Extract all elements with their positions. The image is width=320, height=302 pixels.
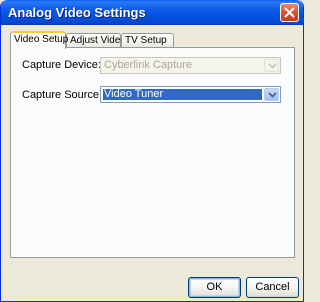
chevron-down-icon (268, 63, 277, 69)
analog-video-settings-dialog: Analog Video Settings Video Setup Adjust… (0, 0, 304, 302)
capture-device-dropdown-button (264, 59, 279, 72)
video-setup-panel: Capture Device: Cyberlink Capture Captur… (10, 47, 295, 258)
capture-source-dropdown-button[interactable] (264, 88, 279, 101)
tab-tv-setup[interactable]: TV Setup (121, 33, 174, 48)
window-title: Analog Video Settings (8, 5, 146, 20)
cancel-button[interactable]: Cancel (246, 277, 299, 298)
capture-source-value: Video Tuner (104, 88, 164, 100)
capture-source-label: Capture Source: (22, 89, 103, 101)
ok-button[interactable]: OK (188, 277, 241, 298)
close-icon (284, 7, 295, 18)
capture-device-value: Cyberlink Capture (104, 59, 193, 71)
title-bar[interactable]: Analog Video Settings (1, 0, 303, 25)
capture-source-select[interactable]: Video Tuner (100, 86, 281, 103)
close-button[interactable] (280, 3, 299, 22)
capture-device-select: Cyberlink Capture (100, 57, 281, 74)
tab-adjust-video[interactable]: Adjust Video (66, 33, 126, 48)
tab-video-setup[interactable]: Video Setup (10, 31, 68, 49)
chevron-down-icon (268, 92, 277, 98)
capture-device-label: Capture Device: (22, 59, 101, 71)
